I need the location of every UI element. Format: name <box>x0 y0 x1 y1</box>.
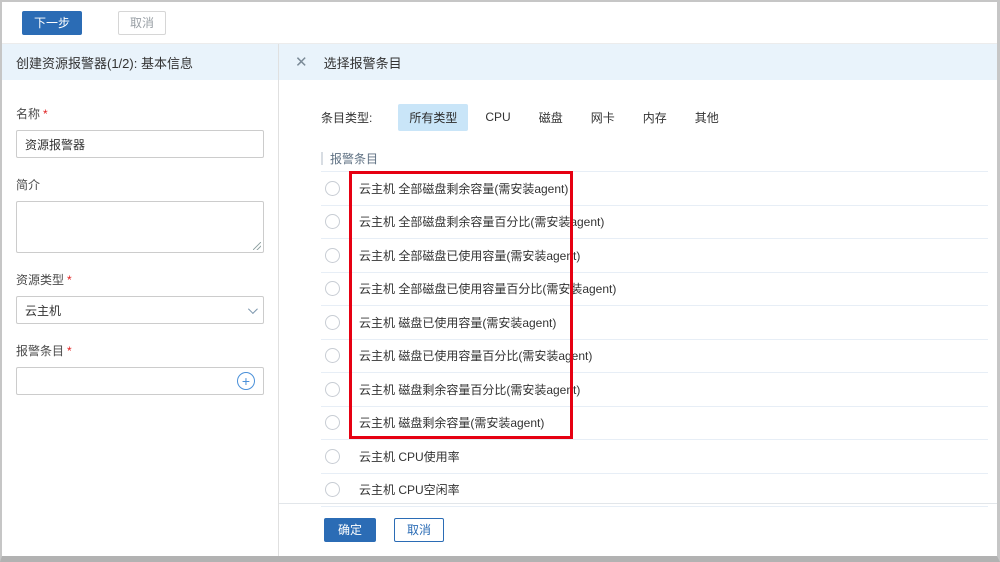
description-label: 简介 <box>16 176 264 193</box>
tab-other[interactable]: 其他 <box>684 104 730 131</box>
radio-button-icon[interactable] <box>325 348 340 363</box>
tab-nic[interactable]: 网卡 <box>580 104 626 131</box>
description-textarea[interactable] <box>16 201 264 253</box>
table-row[interactable]: 云主机 磁盘已使用容量百分比(需安装agent) <box>321 340 988 374</box>
row-label: 云主机 磁盘已使用容量(需安装agent) <box>359 314 556 331</box>
row-label: 云主机 磁盘剩余容量百分比(需安装agent) <box>359 381 580 398</box>
resize-grip-icon[interactable] <box>253 242 261 250</box>
table-row[interactable]: 云主机 CPU使用率 <box>321 440 988 474</box>
entry-type-tabs: 所有类型 CPU 磁盘 网卡 内存 其他 <box>398 104 729 131</box>
required-asterisk: * <box>67 344 72 358</box>
chevron-down-icon <box>248 304 258 314</box>
confirm-button[interactable]: 确定 <box>324 518 376 542</box>
table-row[interactable]: 云主机 全部磁盘已使用容量百分比(需安装agent) <box>321 273 988 307</box>
description-label-text: 简介 <box>16 178 40 192</box>
wizard-toolbar: 下一步 取消 <box>2 2 997 44</box>
table-row[interactable]: 云主机 磁盘剩余容量百分比(需安装agent) <box>321 373 988 407</box>
table-row[interactable]: 云主机 全部磁盘已使用容量(需安装agent) <box>321 239 988 273</box>
radio-button-icon[interactable] <box>325 281 340 296</box>
resource-type-label: 资源类型* <box>16 271 264 288</box>
resource-type-label-text: 资源类型 <box>16 273 64 287</box>
radio-button-icon[interactable] <box>325 214 340 229</box>
alarm-items-label-text: 报警条目 <box>16 344 64 358</box>
row-label: 云主机 CPU使用率 <box>359 448 460 465</box>
radio-button-icon[interactable] <box>325 382 340 397</box>
table-row[interactable]: 云主机 磁盘已使用容量(需安装agent) <box>321 306 988 340</box>
row-label: 云主机 全部磁盘已使用容量(需安装agent) <box>359 247 580 264</box>
row-label: 云主机 磁盘剩余容量(需安装agent) <box>359 414 544 431</box>
row-label: 云主机 全部磁盘剩余容量(需安装agent) <box>359 180 568 197</box>
radio-button-icon[interactable] <box>325 181 340 196</box>
table-row[interactable]: 云主机 全部磁盘剩余容量(需安装agent) <box>321 172 988 206</box>
right-panel-body: 条目类型: 所有类型 CPU 磁盘 网卡 内存 其他 报警条目 <box>279 80 997 503</box>
name-label-text: 名称 <box>16 107 40 121</box>
name-label: 名称* <box>16 105 264 122</box>
entry-type-filter: 条目类型: 所有类型 CPU 磁盘 网卡 内存 其他 <box>321 105 997 129</box>
name-input[interactable] <box>16 130 264 158</box>
next-step-button[interactable]: 下一步 <box>22 11 82 35</box>
right-panel-footer: 确定 取消 <box>279 503 997 556</box>
panel-cancel-button[interactable]: 取消 <box>394 518 444 542</box>
table-row[interactable]: 云主机 磁盘剩余容量(需安装agent) <box>321 407 988 441</box>
entry-type-label: 条目类型: <box>321 109 372 126</box>
radio-button-icon[interactable] <box>325 415 340 430</box>
close-icon[interactable]: ✕ <box>295 53 308 71</box>
required-asterisk: * <box>43 107 48 121</box>
create-alarm-dialog: 下一步 取消 创建资源报警器(1/2): 基本信息 名称* 简介 资源类型* <box>0 0 1000 562</box>
basic-info-panel: 创建资源报警器(1/2): 基本信息 名称* 简介 资源类型* 云主机 <box>2 44 279 556</box>
radio-button-icon[interactable] <box>325 449 340 464</box>
select-alarm-entry-panel: ✕ 选择报警条目 条目类型: 所有类型 CPU 磁盘 网卡 内存 其他 <box>279 44 997 556</box>
wizard-cancel-button[interactable]: 取消 <box>118 11 166 35</box>
radio-button-icon[interactable] <box>325 248 340 263</box>
dialog-body: 创建资源报警器(1/2): 基本信息 名称* 简介 资源类型* 云主机 <box>2 44 997 556</box>
radio-button-icon[interactable] <box>325 315 340 330</box>
row-label: 云主机 全部磁盘剩余容量百分比(需安装agent) <box>359 213 604 230</box>
row-label: 云主机 磁盘已使用容量百分比(需安装agent) <box>359 347 592 364</box>
tab-cpu[interactable]: CPU <box>474 105 521 129</box>
table-row[interactable]: 云主机 全部磁盘剩余容量百分比(需安装agent) <box>321 206 988 240</box>
add-alarm-item-icon[interactable]: + <box>237 372 255 390</box>
alarm-items-label: 报警条目* <box>16 342 264 359</box>
resource-type-value: 云主机 <box>25 302 61 319</box>
tab-memory[interactable]: 内存 <box>632 104 678 131</box>
row-label: 云主机 CPU空闲率 <box>359 481 460 498</box>
table-header-label: 报警条目 <box>330 150 378 167</box>
alarm-items-field[interactable]: + <box>16 367 264 395</box>
tab-disk[interactable]: 磁盘 <box>528 104 574 131</box>
column-divider <box>321 152 323 165</box>
table-row[interactable]: 云主机 CPU空闲率 <box>321 474 988 508</box>
right-panel-header: ✕ 选择报警条目 <box>279 44 997 80</box>
left-panel-title: 创建资源报警器(1/2): 基本信息 <box>2 44 278 80</box>
radio-button-icon[interactable] <box>325 482 340 497</box>
basic-info-form: 名称* 简介 资源类型* 云主机 报警条目* <box>2 80 278 395</box>
table-header: 报警条目 <box>321 145 988 172</box>
right-panel-title: 选择报警条目 <box>324 53 402 72</box>
required-asterisk: * <box>67 273 72 287</box>
row-label: 云主机 全部磁盘已使用容量百分比(需安装agent) <box>359 280 616 297</box>
resource-type-select[interactable]: 云主机 <box>16 296 264 324</box>
alarm-entry-table: 报警条目 云主机 全部磁盘剩余容量(需安装agent) 云主机 全部磁盘剩余容量… <box>321 145 988 507</box>
tab-all-types[interactable]: 所有类型 <box>398 104 468 131</box>
